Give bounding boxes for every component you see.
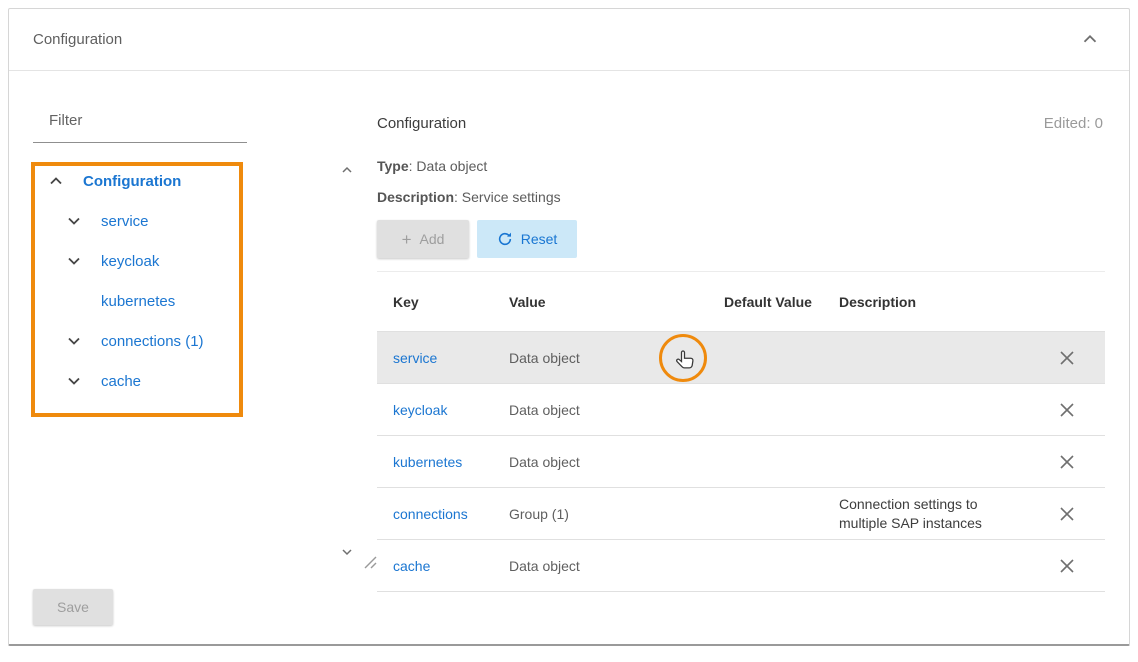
- close-icon: [1059, 402, 1075, 418]
- delete-row-button[interactable]: [1055, 502, 1079, 526]
- close-icon: [1059, 506, 1075, 522]
- tree-node-connections[interactable]: connections (1): [33, 321, 355, 361]
- plus-icon: +: [402, 231, 412, 248]
- row-default-value: [713, 540, 823, 592]
- description-label: Description: [377, 189, 454, 205]
- tree-node-keycloak[interactable]: keycloak: [33, 241, 355, 281]
- tree-node-label: kubernetes: [101, 293, 175, 310]
- description-line: Description: Service settings: [377, 189, 561, 205]
- reset-button-label: Reset: [521, 231, 558, 247]
- row-value: Data object: [493, 436, 713, 488]
- row-value: Group (1): [493, 488, 713, 540]
- tree-node-label: keycloak: [101, 253, 159, 270]
- row-description: [823, 540, 1029, 592]
- configuration-tree: Configuration service keycloak kubernete…: [33, 161, 355, 561]
- chevron-down-icon[interactable]: [63, 251, 85, 271]
- table-row-kubernetes[interactable]: kubernetes Data object: [377, 436, 1105, 488]
- col-header-default-value: Default Value: [713, 272, 823, 332]
- row-default-value: [713, 332, 823, 384]
- table-header-row: Key Value Default Value Description: [377, 272, 1105, 332]
- row-key[interactable]: cache: [377, 540, 493, 592]
- col-header-description: Description: [823, 272, 1029, 332]
- table-actions: + Add Reset: [377, 220, 577, 258]
- refresh-icon: [497, 231, 513, 247]
- description-value: Service settings: [462, 189, 561, 205]
- tree-node-label: Configuration: [83, 173, 181, 190]
- row-value: Data object: [493, 540, 713, 592]
- resize-grip-icon[interactable]: [363, 555, 377, 569]
- close-icon: [1059, 558, 1075, 574]
- close-icon: [1059, 350, 1075, 366]
- chevron-up-icon[interactable]: [45, 171, 67, 191]
- row-value: Data object: [493, 332, 713, 384]
- row-description: [823, 332, 1029, 384]
- delete-row-button[interactable]: [1055, 398, 1079, 422]
- delete-row-button[interactable]: [1055, 346, 1079, 370]
- col-header-key: Key: [377, 272, 493, 332]
- tree-scrollbar[interactable]: [339, 161, 355, 561]
- type-value: Data object: [416, 158, 487, 174]
- tree-node-cache[interactable]: cache: [33, 361, 355, 401]
- tree-node-spacer: [63, 291, 85, 311]
- chevron-down-icon[interactable]: [63, 371, 85, 391]
- panel-title: Configuration: [33, 9, 122, 71]
- table-row-cache[interactable]: cache Data object: [377, 540, 1105, 592]
- save-button[interactable]: Save: [33, 589, 113, 625]
- row-key[interactable]: service: [377, 332, 493, 384]
- col-header-actions: [1029, 272, 1105, 332]
- row-default-value: [713, 384, 823, 436]
- row-key[interactable]: keycloak: [377, 384, 493, 436]
- tree-node-label: service: [101, 213, 149, 230]
- details-title: Configuration: [377, 115, 466, 132]
- description-separator: :: [454, 189, 462, 205]
- row-default-value: [713, 436, 823, 488]
- table-row-keycloak[interactable]: keycloak Data object: [377, 384, 1105, 436]
- row-description: Connection settings to multiple SAP inst…: [823, 488, 1029, 540]
- table-row-connections[interactable]: connections Group (1) Connection setting…: [377, 488, 1105, 540]
- edited-counter: Edited: 0: [1044, 115, 1103, 132]
- chevron-down-icon[interactable]: [63, 211, 85, 231]
- row-key[interactable]: kubernetes: [377, 436, 493, 488]
- delete-row-button[interactable]: [1055, 554, 1079, 578]
- col-header-value: Value: [493, 272, 713, 332]
- tree-node-label: connections (1): [101, 333, 204, 350]
- close-icon: [1059, 454, 1075, 470]
- scroll-down-icon[interactable]: [341, 547, 353, 557]
- collapse-panel-chevron-up-icon[interactable]: [1079, 28, 1101, 55]
- row-key[interactable]: connections: [377, 488, 493, 540]
- tree-node-label: cache: [101, 373, 141, 390]
- type-label: Type: [377, 158, 409, 174]
- row-description: [823, 384, 1029, 436]
- configuration-table: Key Value Default Value Description serv…: [377, 271, 1105, 592]
- add-button[interactable]: + Add: [377, 220, 469, 258]
- row-description: [823, 436, 1029, 488]
- table-row-service[interactable]: service Data object: [377, 332, 1105, 384]
- add-button-label: Add: [420, 231, 445, 247]
- tree-node-configuration[interactable]: Configuration: [33, 161, 355, 201]
- type-line: Type: Data object: [377, 158, 487, 174]
- reset-button[interactable]: Reset: [477, 220, 577, 258]
- row-default-value: [713, 488, 823, 540]
- chevron-down-icon[interactable]: [63, 331, 85, 351]
- tree-node-kubernetes[interactable]: kubernetes: [33, 281, 355, 321]
- row-value: Data object: [493, 384, 713, 436]
- filter-input[interactable]: [33, 105, 247, 143]
- scroll-up-icon[interactable]: [341, 165, 353, 175]
- panel-header: Configuration: [9, 9, 1129, 71]
- delete-row-button[interactable]: [1055, 450, 1079, 474]
- tree-node-service[interactable]: service: [33, 201, 355, 241]
- configuration-panel: Configuration Configuration service keyc…: [8, 8, 1130, 646]
